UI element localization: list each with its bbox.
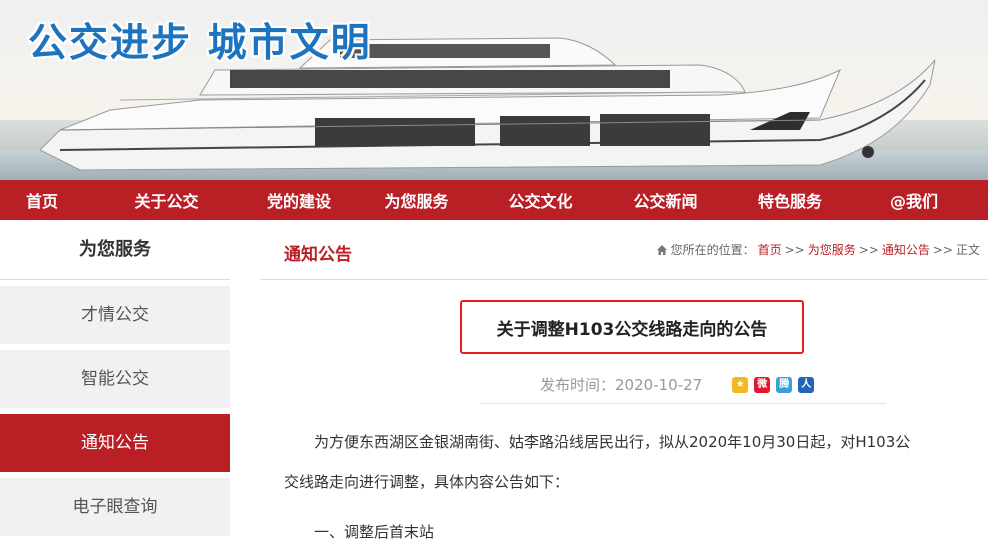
sidebar-item-camera-query[interactable]: 电子眼查询 xyxy=(0,478,230,536)
qzone-icon[interactable]: ★ xyxy=(732,376,749,393)
renren-icon[interactable]: 人 xyxy=(798,376,815,393)
breadcrumb-notices[interactable]: 通知公告 xyxy=(882,241,930,258)
nav-item-news[interactable]: 公交新闻 xyxy=(597,188,734,212)
sidebar-title: 为您服务 xyxy=(0,220,230,280)
meta-divider xyxy=(480,403,886,404)
nav-item-services[interactable]: 为您服务 xyxy=(349,188,484,212)
article-title: 关于调整H103公交线路走向的公告 xyxy=(496,319,768,340)
main-content: 通知公告 您所在的位置： 首页 >> 为您服务 >> 通知公告 >> 正文 关于… xyxy=(260,220,988,541)
breadcrumb-separator: >> xyxy=(784,242,805,257)
breadcrumb-home[interactable]: 首页 xyxy=(758,241,782,258)
share-bar: ★ 微 腾 人 xyxy=(732,376,815,393)
banner-slogan: 公交进步 城市文明 xyxy=(28,21,372,66)
breadcrumb-current: 正文 xyxy=(955,243,980,257)
nav-item-features[interactable]: 特色服务 xyxy=(734,188,846,212)
weibo-icon[interactable]: 微 xyxy=(754,376,771,393)
article-section-heading: 一、调整后首末站 xyxy=(314,523,435,541)
breadcrumb-services[interactable]: 为您服务 xyxy=(808,241,856,258)
article-paragraph-line1: 为方便东西湖区金银湖南街、姑李路沿线居民出行，拟从2020年10月30日起，对H… xyxy=(314,433,911,451)
main-header: 通知公告 您所在的位置： 首页 >> 为您服务 >> 通知公告 >> 正文 xyxy=(260,220,988,280)
header-banner: 公交进步 城市文明 xyxy=(0,0,988,180)
publish-label: 发布时间： xyxy=(540,376,616,394)
breadcrumb-prefix: 您所在的位置： xyxy=(670,243,755,257)
sidebar: 为您服务 才情公交 智能公交 通知公告 电子眼查询 xyxy=(0,220,230,536)
sidebar-item-talent-bus[interactable]: 才情公交 xyxy=(0,286,230,344)
home-icon xyxy=(656,244,667,255)
article-paragraph-line2: 交线路走向进行调整，具体内容公告如下： xyxy=(284,473,570,491)
nav-item-party[interactable]: 党的建设 xyxy=(249,188,349,212)
section-title: 通知公告 xyxy=(284,245,352,265)
nav-item-home[interactable]: 首页 xyxy=(0,188,84,212)
tencent-weibo-icon[interactable]: 腾 xyxy=(776,376,793,393)
article-title-highlight: 关于调整H103公交线路走向的公告 xyxy=(460,300,804,354)
nav-item-contact[interactable]: @我们 xyxy=(846,188,982,212)
breadcrumb-separator: >> xyxy=(858,242,879,257)
nav-item-about[interactable]: 关于公交 xyxy=(84,188,249,212)
breadcrumb: 您所在的位置： 首页 >> 为您服务 >> 通知公告 >> 正文 xyxy=(656,241,980,258)
publish-date: 2020-10-27 xyxy=(615,375,703,394)
main-nav: 首页 关于公交 党的建设 为您服务 公交文化 公交新闻 特色服务 @我们 xyxy=(0,180,988,220)
sidebar-item-smart-bus[interactable]: 智能公交 xyxy=(0,350,230,408)
breadcrumb-separator: >> xyxy=(932,242,953,257)
sidebar-item-notices[interactable]: 通知公告 xyxy=(0,414,230,472)
nav-item-culture[interactable]: 公交文化 xyxy=(484,188,597,212)
article-meta: 发布时间： 2020-10-27 ★ 微 腾 人 xyxy=(540,374,815,395)
